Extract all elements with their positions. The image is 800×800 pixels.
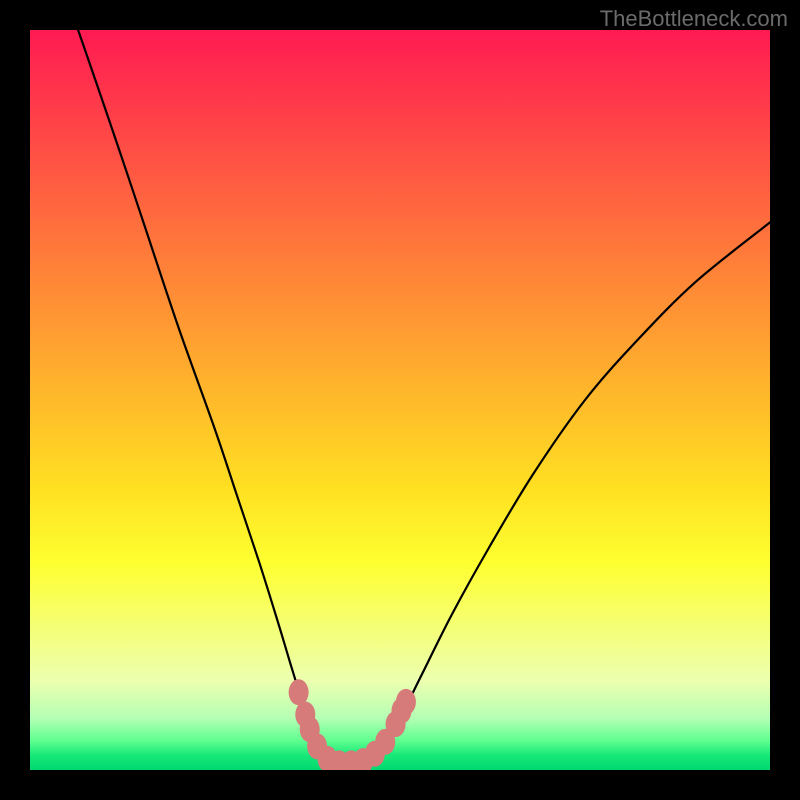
- curve-layer: [30, 30, 770, 770]
- attribution-text: TheBottleneck.com: [600, 6, 788, 32]
- marker-dot: [396, 689, 416, 715]
- marker-dot: [295, 702, 315, 728]
- marker-dot: [289, 679, 309, 705]
- highlight-markers: [289, 679, 416, 770]
- plot-area: [30, 30, 770, 770]
- chart-container: TheBottleneck.com: [0, 0, 800, 800]
- bottleneck-curve: [78, 30, 770, 765]
